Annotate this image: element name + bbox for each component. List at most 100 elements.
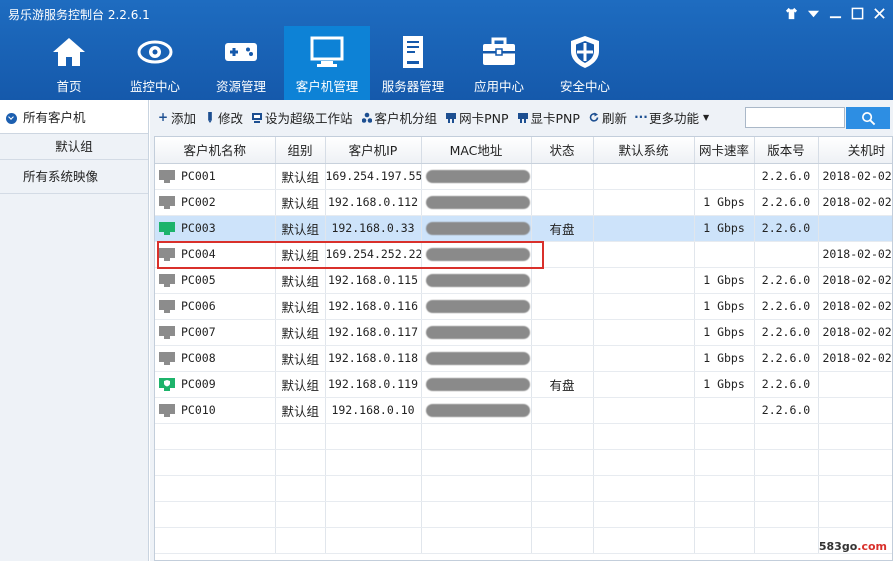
add-button[interactable]: + 添加 [158,108,196,127]
empty-cell [531,449,594,476]
refresh-button[interactable]: 刷新 [589,108,627,127]
client-name: PC004 [181,247,216,261]
mac-cell [421,215,532,242]
default-system-cell [593,189,695,216]
shutdown-time-cell: 2018-02-02 [818,319,892,346]
client-name-cell: PC009 [155,371,276,398]
table-header-row: 客户机名称 组别 客户机IP MAC地址 状态 默认系统 网卡速率 版本号 关机… [155,137,892,164]
column-header-group[interactable]: 组别 [275,137,326,164]
sidebar-item-all-clients[interactable]: 所有客户机 [0,100,148,134]
sidebar-item-default-group[interactable]: 默认组 [0,134,148,160]
default-system-cell [593,163,695,190]
client-name-cell: PC001 [155,163,276,190]
client-name: PC002 [181,195,216,209]
status-cell [531,163,594,190]
maximize-icon[interactable] [850,6,865,21]
group-cell: 默认组 [275,319,326,346]
nic-speed-cell [694,397,755,424]
nav-client-management[interactable]: 客户机管理 [284,26,370,100]
empty-cell [818,423,892,450]
empty-cell [754,527,819,554]
shutdown-time-cell [818,215,892,242]
nav-app-center[interactable]: 应用中心 [456,26,542,100]
minimize-icon[interactable] [828,6,843,21]
column-header-nic-speed[interactable]: 网卡速率 [694,137,755,164]
empty-table-row [155,423,892,450]
client-group-button[interactable]: 客户机分组 [361,108,437,127]
version-cell: 2.2.6.0 [754,293,819,320]
column-header-version[interactable]: 版本号 [754,137,819,164]
client-name-cell: PC003 [155,215,276,242]
redacted-mac-blur [425,248,530,261]
nic-pnp-label: 网卡PNP [459,110,509,126]
search-button[interactable] [846,107,890,129]
empty-cell [421,527,532,554]
default-system-cell [593,267,695,294]
search-input[interactable] [745,107,845,128]
mac-cell [421,371,532,398]
table-row[interactable]: PC007 默认组 192.168.0.117 1 Gbps 2.2.6.0 2018-0… [155,319,892,346]
empty-cell [275,501,326,528]
computer-offline-icon [159,325,175,339]
computer-offline-icon [159,169,175,183]
mac-cell [421,163,532,190]
status-cell: 有盘 [531,215,594,242]
column-header-shutdown-time[interactable]: 关机时 [818,137,892,164]
table-row[interactable]: PC001 默认组 169.254.197.55 2.2.6.0 2018-02-02 [155,163,892,190]
client-toolbar: + 添加 修改 设为超级工作站 客户机分组 网卡PNP 显卡PNP 刷新 ···… [150,100,893,134]
search-icon [861,111,875,125]
column-header-mac[interactable]: MAC地址 [421,137,532,164]
close-icon[interactable] [872,6,887,21]
nav-label: 监控中心 [129,79,180,94]
default-system-cell [593,293,695,320]
plus-icon: + [157,110,169,124]
table-row[interactable]: PC010 默认组 192.168.0.10 2.2.6.0 [155,397,892,424]
nav-home[interactable]: 首页 [26,26,112,100]
table-row[interactable]: PC004 默认组 169.254.252.222 2018-02-02 [155,241,892,268]
ip-cell: 192.168.0.112 [325,189,422,216]
sidebar-item-label: 所有系统映像 [23,169,99,184]
column-header-status[interactable]: 状态 [531,137,594,164]
nav-security-center[interactable]: 安全中心 [542,26,628,100]
gamepad-icon [221,32,261,72]
column-header-default-system[interactable]: 默认系统 [593,137,695,164]
expand-check-icon[interactable] [6,113,17,124]
nic-speed-cell: 1 Gbps [694,371,755,398]
empty-cell [325,475,422,502]
edit-button[interactable]: 修改 [205,108,243,127]
empty-cell [593,527,695,554]
nav-resource-management[interactable]: 资源管理 [198,26,284,100]
table-row[interactable]: PC003 默认组 192.168.0.33 有盘 1 Gbps 2.2.6.0 [155,215,892,242]
table-row[interactable]: PC005 默认组 192.168.0.115 1 Gbps 2.2.6.0 2018-0… [155,267,892,294]
refresh-icon [589,111,599,123]
empty-cell [421,449,532,476]
table-row[interactable]: PC009 默认组 192.168.0.119 有盘 1 Gbps 2.2.6.0 [155,371,892,398]
empty-cell [325,501,422,528]
empty-cell [155,501,276,528]
empty-table-row [155,527,892,554]
version-cell: 2.2.6.0 [754,189,819,216]
monitor-icon [307,32,347,72]
window-controls [784,6,887,21]
nav-monitor-center[interactable]: 监控中心 [112,26,198,100]
computer-offline-icon [159,299,175,313]
chevron-down-icon: ▼ [702,112,710,122]
group-cell: 默认组 [275,241,326,268]
table-row[interactable]: PC008 默认组 192.168.0.118 1 Gbps 2.2.6.0 2018-0… [155,345,892,372]
skin-shirt-icon[interactable] [784,6,799,21]
column-header-client-ip[interactable]: 客户机IP [325,137,422,164]
set-super-workstation-button[interactable]: 设为超级工作站 [252,108,353,127]
default-system-cell [593,397,695,424]
empty-cell [754,501,819,528]
gpu-pnp-button[interactable]: 显卡PNP [517,108,580,127]
nav-server-management[interactable]: 服务器管理 [370,26,456,100]
more-functions-button[interactable]: ··· 更多功能 ▼ [634,108,710,127]
dropdown-menu-icon[interactable] [806,6,821,21]
version-cell: 2.2.6.0 [754,267,819,294]
nic-pnp-button[interactable]: 网卡PNP [446,108,509,127]
table-row[interactable]: PC002 默认组 192.168.0.112 1 Gbps 2.2.6.0 2018-0… [155,189,892,216]
group-cell: 默认组 [275,267,326,294]
table-row[interactable]: PC006 默认组 192.168.0.116 1 Gbps 2.2.6.0 2018-0… [155,293,892,320]
sidebar-item-all-system-images[interactable]: 所有系统映像 [0,160,148,194]
column-header-client-name[interactable]: 客户机名称 [155,137,276,164]
